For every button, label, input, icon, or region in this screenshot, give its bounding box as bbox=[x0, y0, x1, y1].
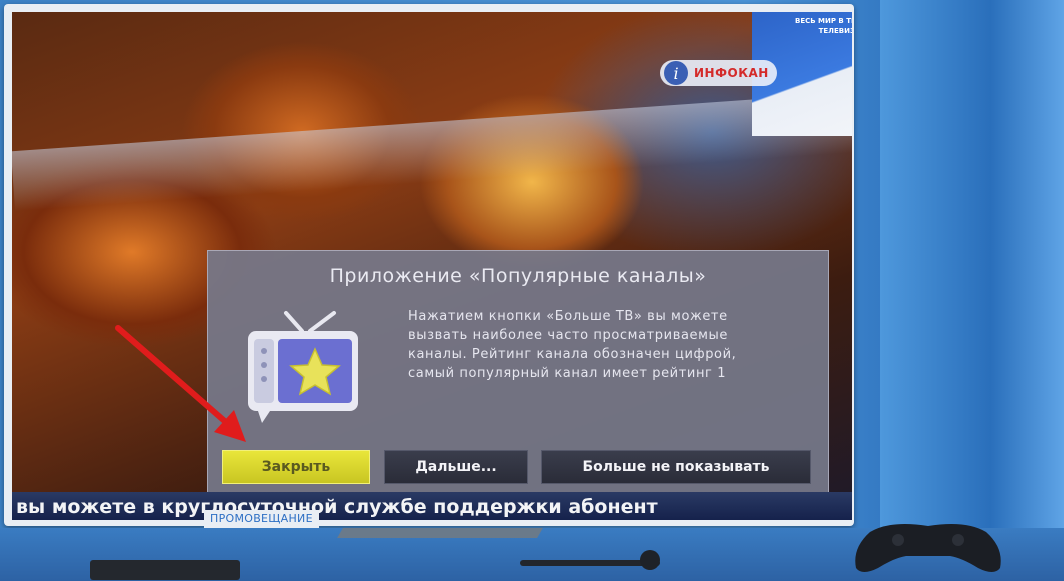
popular-channels-dialog: Приложение «Популярные каналы» Нажатием … bbox=[207, 250, 829, 494]
tv-star-icon bbox=[248, 311, 358, 423]
promo-poster-text: ВЕСЬ МИР В ТВОЕМ ТЕЛЕВИЗОРЕ! bbox=[795, 17, 852, 35]
gamepad-icon bbox=[855, 524, 1001, 572]
dialog-body-text: Нажатием кнопки «Больше ТВ» вы можете вы… bbox=[408, 309, 737, 381]
channel-logo-text: ИНФОКАН bbox=[694, 66, 769, 80]
news-ticker: вы можете в круглосуточной службе поддер… bbox=[12, 492, 852, 520]
next-button[interactable]: Дальше... bbox=[384, 450, 528, 484]
dialog-title: Приложение «Популярные каналы» bbox=[329, 265, 707, 287]
cable bbox=[520, 560, 660, 566]
background-food-image bbox=[12, 92, 852, 212]
tv-stand bbox=[337, 528, 543, 538]
channel-logo: i ИНФОКАН bbox=[660, 60, 777, 86]
round-device bbox=[640, 550, 660, 570]
close-button[interactable]: Закрыть bbox=[222, 450, 370, 484]
set-top-box bbox=[90, 560, 240, 580]
info-icon: i bbox=[664, 61, 688, 85]
dont-show-again-button[interactable]: Больше не показывать bbox=[541, 450, 811, 484]
red-arrow-annotation bbox=[115, 325, 246, 442]
room-wall-right bbox=[880, 0, 1064, 581]
ticker-text: вы можете в круглосуточной службе поддер… bbox=[16, 496, 658, 518]
